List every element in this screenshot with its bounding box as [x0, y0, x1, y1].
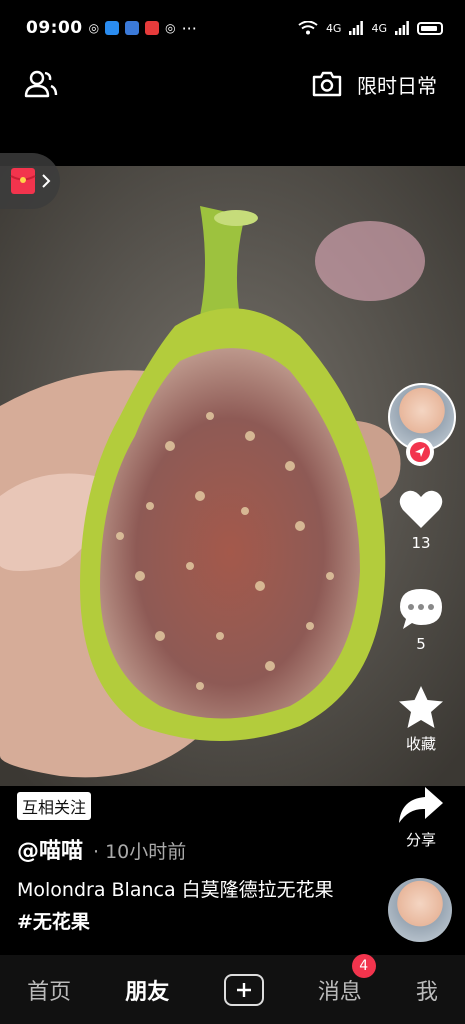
- red-packet-badge[interactable]: [0, 153, 60, 209]
- camera-icon[interactable]: [311, 70, 343, 98]
- comment-count: 5: [416, 635, 426, 653]
- threads-icon: ◎: [88, 21, 100, 35]
- comment-icon: [400, 589, 442, 629]
- music-disc-avatar[interactable]: [388, 878, 452, 942]
- chevron-right-icon: [42, 174, 51, 188]
- nav-friends[interactable]: 朋友: [125, 974, 169, 1006]
- bottom-nav: 首页 朋友 消息 4 我: [0, 953, 465, 1024]
- red-envelope-icon: [10, 168, 36, 194]
- status-time: 09:00: [26, 18, 83, 38]
- page-title[interactable]: 限时日常: [357, 70, 437, 99]
- author-row: @喵喵 · 10小时前: [17, 833, 186, 865]
- nav-me[interactable]: 我: [416, 974, 438, 1006]
- favorite-label: 收藏: [405, 735, 436, 753]
- plus-icon: [236, 982, 251, 997]
- hashtag-link[interactable]: #无花果: [17, 911, 90, 933]
- wifi-icon: [298, 21, 318, 35]
- threads-icon-2: ◎: [165, 21, 176, 35]
- signal-4g-label-2: 4G: [371, 21, 387, 35]
- status-bar: 09:00 ◎ ◎ ··· 4G 4G: [0, 0, 465, 56]
- share-button[interactable]: 分享: [390, 785, 452, 850]
- signal-icon-1: [349, 21, 364, 35]
- star-icon: [399, 686, 443, 728]
- comment-button[interactable]: 5: [390, 587, 452, 653]
- follow-plus-icon[interactable]: [406, 438, 434, 466]
- send-icon: [410, 442, 430, 462]
- share-label: 分享: [405, 831, 436, 849]
- dot-separator: ·: [93, 841, 100, 863]
- mutual-follow-tag: 互相关注: [17, 792, 92, 820]
- nav-home[interactable]: 首页: [27, 974, 71, 1006]
- heart-icon: [399, 490, 443, 528]
- app-icon-teal: [125, 21, 140, 35]
- app-icon-blue: [105, 21, 120, 35]
- friends-icon[interactable]: [24, 70, 58, 98]
- like-button[interactable]: 13: [390, 488, 452, 552]
- nav-messages[interactable]: 消息 4: [317, 953, 376, 1006]
- share-arrow-icon: [399, 787, 443, 823]
- battery-icon: [417, 21, 443, 35]
- messages-badge: 4: [351, 953, 376, 978]
- signal-icon-2: [395, 21, 409, 35]
- caption-text: Molondra Blanca 白莫隆德拉无花果: [17, 879, 334, 901]
- app-icon-red: [145, 21, 160, 35]
- favorite-button[interactable]: 收藏: [390, 685, 452, 754]
- author-name[interactable]: @喵喵: [17, 833, 83, 865]
- signal-4g-label-1: 4G: [325, 21, 342, 35]
- like-count: 13: [411, 534, 431, 552]
- post-time: 10小时前: [105, 841, 187, 863]
- create-post-button[interactable]: [223, 973, 264, 1006]
- more-dots: ···: [181, 18, 197, 38]
- post-caption: Molondra Blanca 白莫隆德拉无花果 #无花果: [17, 874, 347, 938]
- top-bar: 限时日常: [0, 56, 465, 112]
- nav-messages-label: 消息: [317, 979, 362, 1005]
